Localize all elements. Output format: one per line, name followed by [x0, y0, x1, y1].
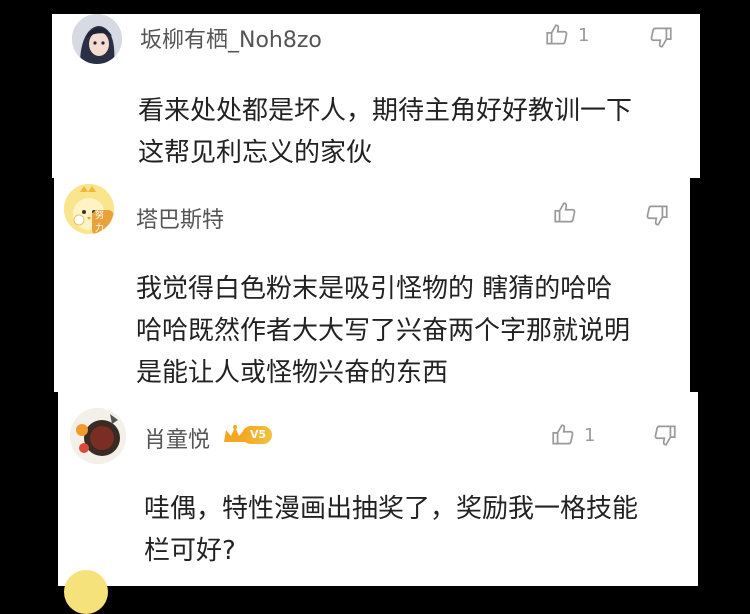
thumbs-up-icon: [546, 24, 568, 45]
vip-badge: V5: [222, 424, 273, 446]
comment-text: 我觉得白色粉末是吸引怪物的 瞎猜的哈哈 哈哈既然作者大大写了兴奋两个字那就说明 …: [136, 268, 630, 392]
comment-card-3: 肖童悦 V5 1 哇偶，特性漫画出抽奖了，奖励我一格技能 栏可好?: [58, 392, 698, 586]
comment-card-1: 坂柳有栖_Noh8zo 1 看来处处都是坏人，期待主角好好教训一下 这帮见利忘义…: [52, 14, 700, 178]
comment-text-line: 看来处处都是坏人，期待主角好好教训一下: [138, 96, 633, 126]
like-count: 1: [584, 424, 596, 446]
comment-text-line: 栏可好?: [144, 536, 236, 566]
comment-text-line: 哇偶，特性漫画出抽奖了，奖励我一格技能: [144, 494, 639, 524]
comment-text: 看来处处都是坏人，期待主角好好教训一下 这帮见利忘义的家伙: [138, 90, 632, 174]
halloween-avatar-icon[interactable]: [70, 408, 126, 464]
anime-girl-avatar-icon[interactable]: [72, 14, 122, 64]
like-button[interactable]: [552, 200, 586, 226]
avatar-badge: 努力: [92, 210, 114, 234]
chick-avatar-icon[interactable]: 努力: [64, 184, 114, 234]
comment-text-line: 这帮见利忘义的家伙: [138, 138, 373, 168]
like-button[interactable]: 1: [550, 422, 595, 448]
comment-text-line: 我觉得白色粉末是吸引怪物的 瞎猜的哈哈: [136, 274, 613, 304]
thumbs-down-icon: [654, 425, 676, 446]
like-button[interactable]: 1: [544, 22, 589, 48]
username[interactable]: 肖童悦: [144, 422, 210, 454]
comment-card-2: 努力 塔巴斯特 我觉得白色粉末是吸引怪物的 瞎猜的哈哈 哈哈既然作者大大写了兴奋…: [54, 178, 690, 392]
thumbs-up-icon: [552, 424, 574, 445]
thumbs-up-icon: [554, 202, 576, 223]
comment-text: 哇偶，特性漫画出抽奖了，奖励我一格技能 栏可好?: [144, 488, 638, 572]
next-comment-avatar-icon[interactable]: [64, 570, 108, 614]
username[interactable]: 坂柳有栖_Noh8zo: [140, 22, 322, 54]
comment-text-line: 是能让人或怪物兴奋的东西: [136, 358, 449, 388]
like-count: 1: [578, 24, 590, 46]
username[interactable]: 塔巴斯特: [136, 202, 224, 234]
thumbs-down-icon: [646, 205, 668, 226]
comment-text-line: 哈哈既然作者大大写了兴奋两个字那就说明: [136, 316, 631, 346]
dislike-button[interactable]: [644, 202, 670, 232]
vip-level: V5: [242, 426, 273, 444]
thumbs-down-icon: [650, 27, 672, 48]
dislike-button[interactable]: [648, 24, 674, 54]
dislike-button[interactable]: [652, 422, 678, 452]
